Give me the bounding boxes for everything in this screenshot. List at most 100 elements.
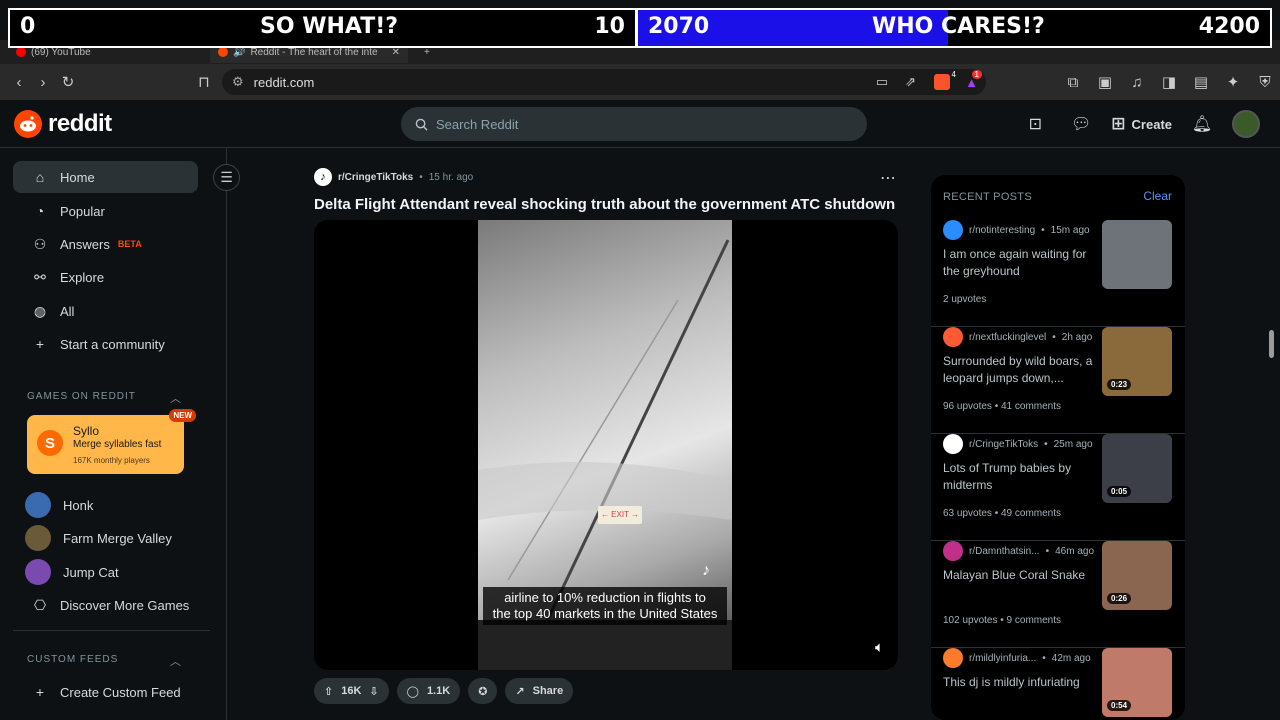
recent-post-thumbnail[interactable]: [1102, 220, 1172, 289]
back-button[interactable]: ‹: [6, 69, 32, 95]
wallet-icon[interactable]: ▤: [1188, 69, 1214, 95]
sidebar-item-popular[interactable]: ◔ Popular: [13, 195, 198, 227]
more-options-icon[interactable]: ⋯: [880, 168, 896, 188]
sidebar-item-all[interactable]: ◍ All: [13, 295, 198, 327]
recent-posts-panel: RECENT POSTS Clear r/notinteresting • 15m …: [931, 175, 1185, 720]
chevron-up-icon[interactable]: ︿: [170, 390, 181, 406]
award-button[interactable]: ✪: [468, 678, 498, 704]
sidebar-item-answers[interactable]: ⚇ Answers BETA: [13, 228, 198, 260]
recent-post-item[interactable]: r/mildlyinfuria... • 42m ago This dj is mil…: [931, 648, 1185, 720]
extension-icons: ⧉ ▣ ♫ ◨ ▤ ✦ ⛨ ≡: [1060, 69, 1280, 95]
logo-wordmark: reddit: [48, 110, 112, 137]
new-badge: NEW: [169, 409, 196, 422]
leo-icon[interactable]: ✦: [1220, 69, 1246, 95]
collapse-sidebar-button[interactable]: ☰: [213, 164, 240, 191]
create-button[interactable]: ⊞ Create: [1111, 114, 1172, 134]
comments-button[interactable]: ◯ 1.1K: [396, 678, 461, 704]
scrollbar-thumb[interactable]: [1269, 330, 1274, 358]
game-tagline: Merge syllables fast: [73, 439, 162, 450]
vote-button[interactable]: ⇧ 16K ⇩: [314, 678, 389, 704]
sidebar-item-explore[interactable]: ⚯ Explore: [13, 261, 198, 293]
recent-post-thumbnail[interactable]: 0:26: [1102, 541, 1172, 610]
cast-icon[interactable]: ▭: [876, 74, 888, 90]
recent-post-title[interactable]: Malayan Blue Coral Snake: [943, 567, 1095, 584]
screenshot-icon[interactable]: ▣: [1092, 69, 1118, 95]
recent-post-thumbnail[interactable]: 0:23: [1102, 327, 1172, 396]
video-player[interactable]: ← EXIT → ♪ airline to 10% reduction in f…: [314, 220, 898, 670]
recent-post-item[interactable]: r/notinteresting • 15m ago I am once again …: [931, 220, 1185, 327]
left-sidebar: ⌂ Home ◔ Popular ⚇ Answers BETA ⚯ Explor…: [0, 148, 227, 720]
game-name: Syllo: [73, 424, 100, 438]
site-info-icon[interactable]: ⚙: [232, 74, 244, 90]
featured-game-card[interactable]: S Syllo Merge syllables fast 167K monthl…: [27, 409, 196, 474]
search-input[interactable]: Search Reddit: [401, 107, 867, 141]
recent-post-item[interactable]: r/CringeTikToks • 25m ago Lots of Trump bab…: [931, 434, 1185, 541]
sidebar-item-honk[interactable]: Honk: [13, 489, 198, 521]
brave-shield-icon[interactable]: [934, 74, 950, 90]
plus-icon: +: [35, 684, 45, 700]
recent-post-meta: r/CringeTikToks • 25m ago: [943, 434, 1093, 454]
sidebar-item-jump-cat[interactable]: Jump Cat: [13, 556, 198, 588]
post-separator: •: [1042, 652, 1046, 664]
downvote-icon[interactable]: ⇩: [369, 685, 378, 698]
recent-post-subreddit[interactable]: r/Damnthatsin...: [969, 546, 1040, 557]
recent-post-meta: r/Damnthatsin... • 46m ago: [943, 541, 1094, 561]
sidebar-item-label: Popular: [60, 203, 105, 219]
chat-icon[interactable]: 💬︎: [1065, 108, 1097, 140]
recent-post-time: 25m ago: [1053, 438, 1093, 450]
recent-post-title[interactable]: I am once again waiting for the greyhoun…: [943, 246, 1095, 280]
post-title[interactable]: Delta Flight Attendant reveal shocking t…: [314, 196, 895, 213]
sidebar-item-farm-merge-valley[interactable]: Farm Merge Valley: [13, 522, 198, 554]
address-bar[interactable]: ⚙ reddit.com ▭ ⇗ 4 ▲ 1: [222, 69, 986, 95]
search-placeholder: Search Reddit: [436, 116, 519, 132]
recent-post-thumbnail[interactable]: 0:54: [1102, 648, 1172, 717]
recent-post-subreddit[interactable]: r/notinteresting: [969, 225, 1035, 236]
feed-post[interactable]: ♪ r/CringeTikToks • 15 hr. ago ⋯ Delta F…: [302, 160, 910, 707]
recent-post-subreddit[interactable]: r/nextfuckinglevel: [969, 332, 1046, 343]
extensions-icon[interactable]: ⧉: [1060, 69, 1086, 95]
bookmark-icon[interactable]: ⊓: [191, 69, 217, 95]
upvote-icon[interactable]: ⇧: [324, 685, 333, 698]
subreddit-link[interactable]: r/CringeTikToks: [338, 172, 413, 183]
recent-post-time: 46m ago: [1055, 545, 1095, 557]
sidebar-item-create-custom-feed[interactable]: + Create Custom Feed: [13, 676, 198, 708]
recent-post-subreddit[interactable]: r/mildlyinfuria...: [969, 653, 1036, 664]
recent-post-title[interactable]: Surrounded by wild boars, a leopard jump…: [943, 353, 1095, 387]
recent-post-item[interactable]: r/Damnthatsin... • 46m ago Malayan Blue Cor…: [931, 541, 1185, 648]
home-icon: ⌂: [35, 169, 45, 185]
chevron-up-icon[interactable]: ︿: [170, 653, 181, 669]
notification-bell-icon[interactable]: 🔔︎: [1186, 108, 1218, 140]
volume-icon[interactable]: 🔈︎: [875, 639, 884, 656]
url-text: reddit.com: [253, 74, 315, 90]
reload-button[interactable]: ↻: [55, 69, 81, 95]
sidebar-item-home[interactable]: ⌂ Home: [13, 161, 198, 193]
share-button[interactable]: ↗ Share: [505, 678, 574, 704]
sidebar-item-start-community[interactable]: + Start a community: [13, 328, 198, 360]
honk-icon: [25, 492, 51, 518]
clear-recent-button[interactable]: Clear: [1143, 189, 1172, 203]
forward-button[interactable]: ›: [30, 69, 56, 95]
recent-post-title[interactable]: Lots of Trump babies by midterms: [943, 460, 1095, 494]
advertise-icon[interactable]: ⊡: [1019, 108, 1051, 140]
recent-post-thumbnail[interactable]: 0:05: [1102, 434, 1172, 503]
close-tab-icon[interactable]: ✕: [392, 47, 400, 58]
plus-icon: ⊞: [1111, 114, 1126, 133]
reddit-logo[interactable]: reddit: [14, 110, 112, 138]
youtube-icon: [16, 47, 26, 57]
media-icon[interactable]: ♫: [1124, 69, 1150, 95]
recent-post-title[interactable]: This dj is mildly infuriating: [943, 674, 1095, 691]
sidebar-item-discover-games[interactable]: ⎔ Discover More Games: [13, 589, 198, 621]
video-duration: 0:05: [1107, 486, 1132, 497]
vpn-icon[interactable]: ⛨: [1252, 69, 1278, 95]
share-icon[interactable]: ⇗: [905, 74, 916, 90]
recent-post-item[interactable]: r/nextfuckinglevel • 2h ago Surrounded by w…: [931, 327, 1185, 434]
subreddit-icon: [943, 541, 963, 561]
recent-post-subreddit[interactable]: r/CringeTikToks: [969, 439, 1038, 450]
search-icon: [415, 118, 428, 131]
jump-cat-icon: [25, 559, 51, 585]
recent-post-time: 42m ago: [1051, 652, 1091, 664]
avatar[interactable]: [1232, 110, 1260, 138]
sidebar-icon[interactable]: ◨: [1156, 69, 1182, 95]
subreddit-icon: [943, 434, 963, 454]
score-left-label: SO WHAT!?: [260, 14, 399, 39]
